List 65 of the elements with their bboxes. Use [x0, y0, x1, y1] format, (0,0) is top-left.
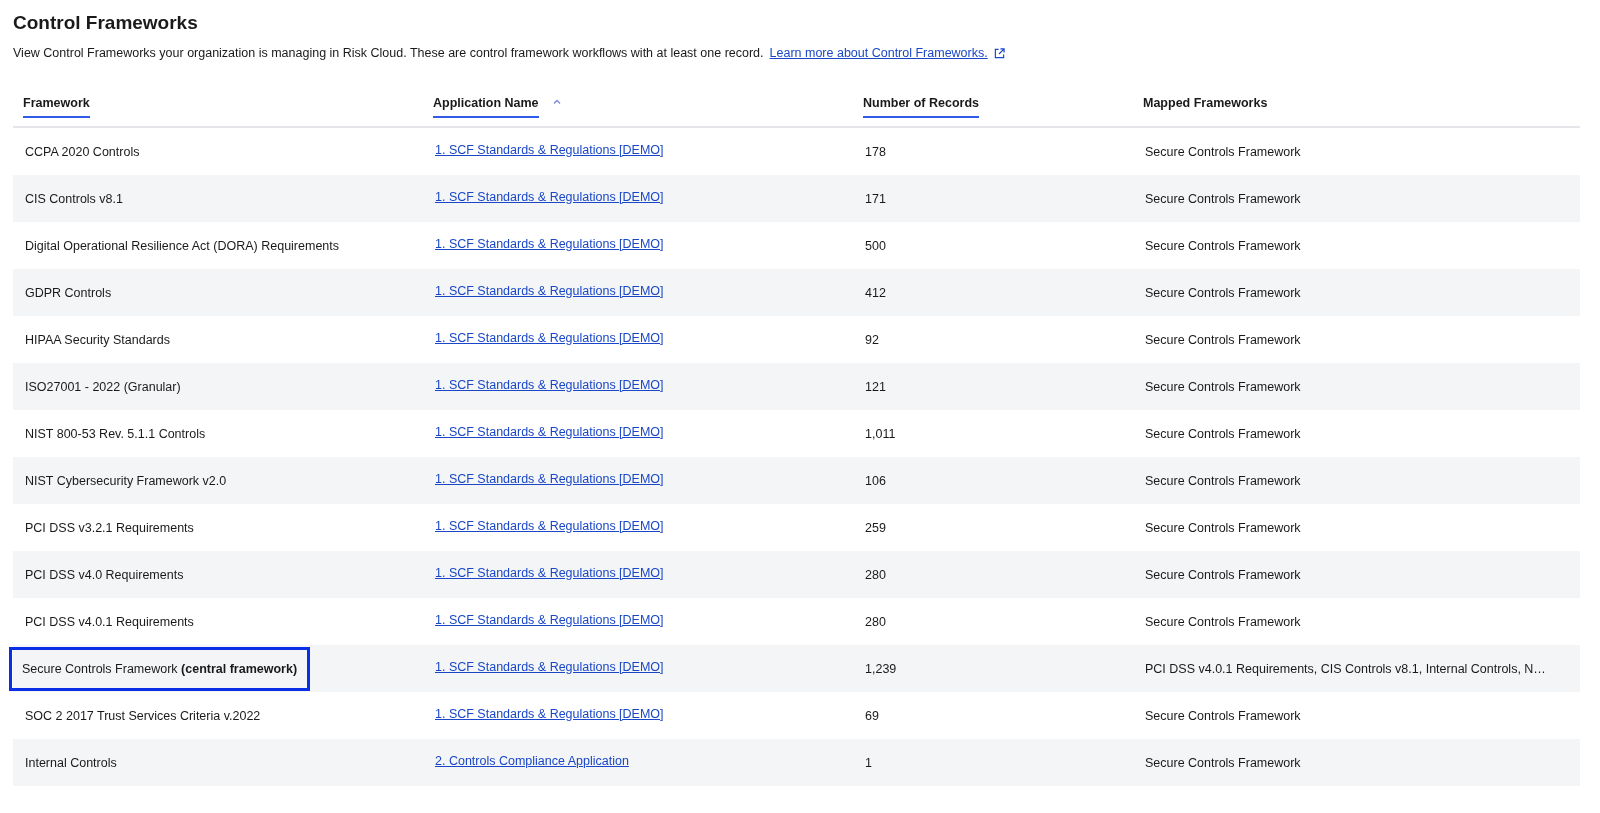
application-link[interactable]: 1. SCF Standards & Regulations [DEMO] — [435, 659, 664, 674]
records-cell-text: 280 — [864, 567, 887, 582]
framework-cell-text: PCI DSS v4.0 Requirements — [24, 567, 185, 582]
mapped-frameworks-cell-text: Secure Controls Framework — [1144, 755, 1302, 770]
records-cell-text: 178 — [864, 144, 887, 159]
application-link[interactable]: 1. SCF Standards & Regulations [DEMO] — [435, 706, 664, 721]
application-link[interactable]: 1. SCF Standards & Regulations [DEMO] — [435, 283, 664, 298]
mapped-frameworks-cell-text: Secure Controls Framework — [1144, 379, 1302, 394]
framework-cell-text: ISO27001 - 2022 (Granular) — [24, 379, 182, 394]
mapped-frameworks-cell-text: Secure Controls Framework — [1144, 285, 1302, 300]
records-cell-text: 106 — [864, 473, 887, 488]
framework-cell-text: PCI DSS v3.2.1 Requirements — [24, 520, 195, 535]
application-link[interactable]: 1. SCF Standards & Regulations [DEMO] — [435, 471, 664, 486]
framework-cell-text: HIPAA Security Standards — [24, 332, 171, 347]
application-link[interactable]: 1. SCF Standards & Regulations [DEMO] — [435, 330, 664, 345]
framework-cell: Secure Controls Framework (central framework) — [9, 646, 311, 691]
mapped-frameworks-cell-text: Secure Controls Framework — [1144, 332, 1302, 347]
column-header[interactable]: Framework — [23, 96, 90, 118]
framework-cell-text: NIST 800-53 Rev. 5.1.1 Controls — [24, 426, 207, 441]
mapped-frameworks-cell-text: Secure Controls Framework — [1144, 238, 1302, 253]
framework-cell-text: NIST Cybersecurity Framework v2.0 — [24, 473, 228, 488]
application-link[interactable]: 1. SCF Standards & Regulations [DEMO] — [435, 236, 664, 251]
records-cell-text: 171 — [864, 191, 887, 206]
framework-cell-text: SOC 2 2017 Trust Services Criteria v.2022 — [24, 708, 262, 723]
column-header[interactable]: Application Name — [433, 96, 539, 118]
records-cell-text: 280 — [864, 614, 887, 629]
page-description: View Control Frameworks your organization is managing in Risk Cloud. These are control framework workflows with at least one record. — [13, 46, 764, 60]
records-cell-text: 69 — [864, 708, 880, 723]
mapped-frameworks-cell-text: Secure Controls Framework — [1144, 473, 1302, 488]
external-link-icon — [993, 47, 1005, 59]
mapped-frameworks-cell-text: Secure Controls Framework — [1144, 567, 1302, 582]
mapped-frameworks-cell-text: Secure Controls Framework — [1144, 144, 1302, 159]
framework-cell-text: Digital Operational Resilience Act (DORA) Requirements — [24, 238, 340, 253]
framework-cell-text: GDPR Controls — [24, 285, 113, 300]
mapped-frameworks-cell-text: PCI DSS v4.0.1 Requirements, CIS Controls v8.1, Internal Controls, N… — [1144, 661, 1547, 676]
application-link[interactable]: 1. SCF Standards & Regulations [DEMO] — [435, 377, 664, 392]
records-cell-text: 1,011 — [864, 426, 897, 441]
mapped-frameworks-cell-text: Secure Controls Framework — [1144, 614, 1302, 629]
records-cell-text: 412 — [864, 285, 887, 300]
application-link[interactable]: 1. SCF Standards & Regulations [DEMO] — [435, 518, 664, 533]
records-cell-text: 92 — [864, 332, 880, 347]
records-cell-text: 259 — [864, 520, 887, 535]
column-header[interactable]: Mapped Frameworks — [1143, 96, 1268, 118]
framework-cell-text: Internal Controls — [24, 755, 118, 770]
application-link[interactable]: 1. SCF Standards & Regulations [DEMO] — [435, 189, 664, 204]
column-header[interactable]: Number of Records — [863, 96, 979, 118]
application-link[interactable]: 1. SCF Standards & Regulations [DEMO] — [435, 142, 664, 157]
page-title: Control Frameworks — [13, 12, 199, 34]
application-link[interactable]: 1. SCF Standards & Regulations [DEMO] — [435, 424, 664, 439]
records-cell-text: 500 — [864, 238, 887, 253]
sort-icon[interactable] — [552, 98, 561, 106]
mapped-frameworks-cell-text: Secure Controls Framework — [1144, 191, 1302, 206]
mapped-frameworks-cell-text: Secure Controls Framework — [1144, 708, 1302, 723]
framework-cell-text: CIS Controls v8.1 — [24, 191, 124, 206]
framework-cell-text: PCI DSS v4.0.1 Requirements — [24, 614, 195, 629]
records-cell-text: 1,239 — [864, 661, 898, 676]
records-cell-text: 1 — [864, 755, 873, 770]
mapped-frameworks-cell-text: Secure Controls Framework — [1144, 426, 1302, 441]
mapped-frameworks-cell-text: Secure Controls Framework — [1144, 520, 1302, 535]
framework-cell-text: CCPA 2020 Controls — [24, 144, 141, 159]
application-link[interactable]: 1. SCF Standards & Regulations [DEMO] — [435, 565, 664, 580]
application-link[interactable]: 1. SCF Standards & Regulations [DEMO] — [435, 612, 664, 627]
learn-more-link[interactable]: Learn more about Control Frameworks. — [769, 46, 988, 60]
records-cell-text: 121 — [864, 379, 887, 394]
application-link[interactable]: 2. Controls Compliance Application — [435, 753, 629, 768]
